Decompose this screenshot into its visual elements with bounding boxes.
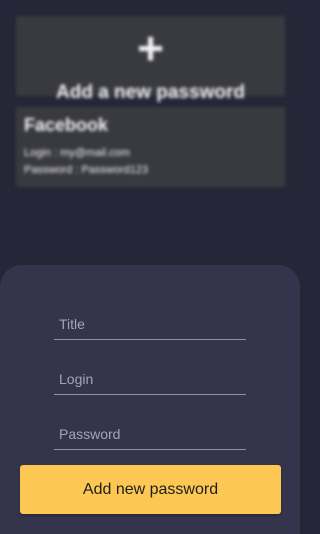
title-input[interactable] [54,309,246,339]
title-field [54,309,246,340]
password-field [54,419,246,450]
entry-password: Password : Password123 [24,164,149,176]
entry-login: Login : my@mail.com [24,147,130,159]
login-input[interactable] [54,364,246,394]
password-input[interactable] [54,419,246,449]
add-password-label: Add a new password [56,82,245,103]
add-password-card[interactable]: + Add a new password [16,16,285,103]
password-entry-card[interactable]: Facebook Login : my@mail.com Password : … [16,107,285,187]
add-new-password-button[interactable]: Add new password [20,465,281,514]
plus-icon: + [137,22,164,74]
login-field [54,364,246,395]
entry-title: Facebook [24,115,109,135]
